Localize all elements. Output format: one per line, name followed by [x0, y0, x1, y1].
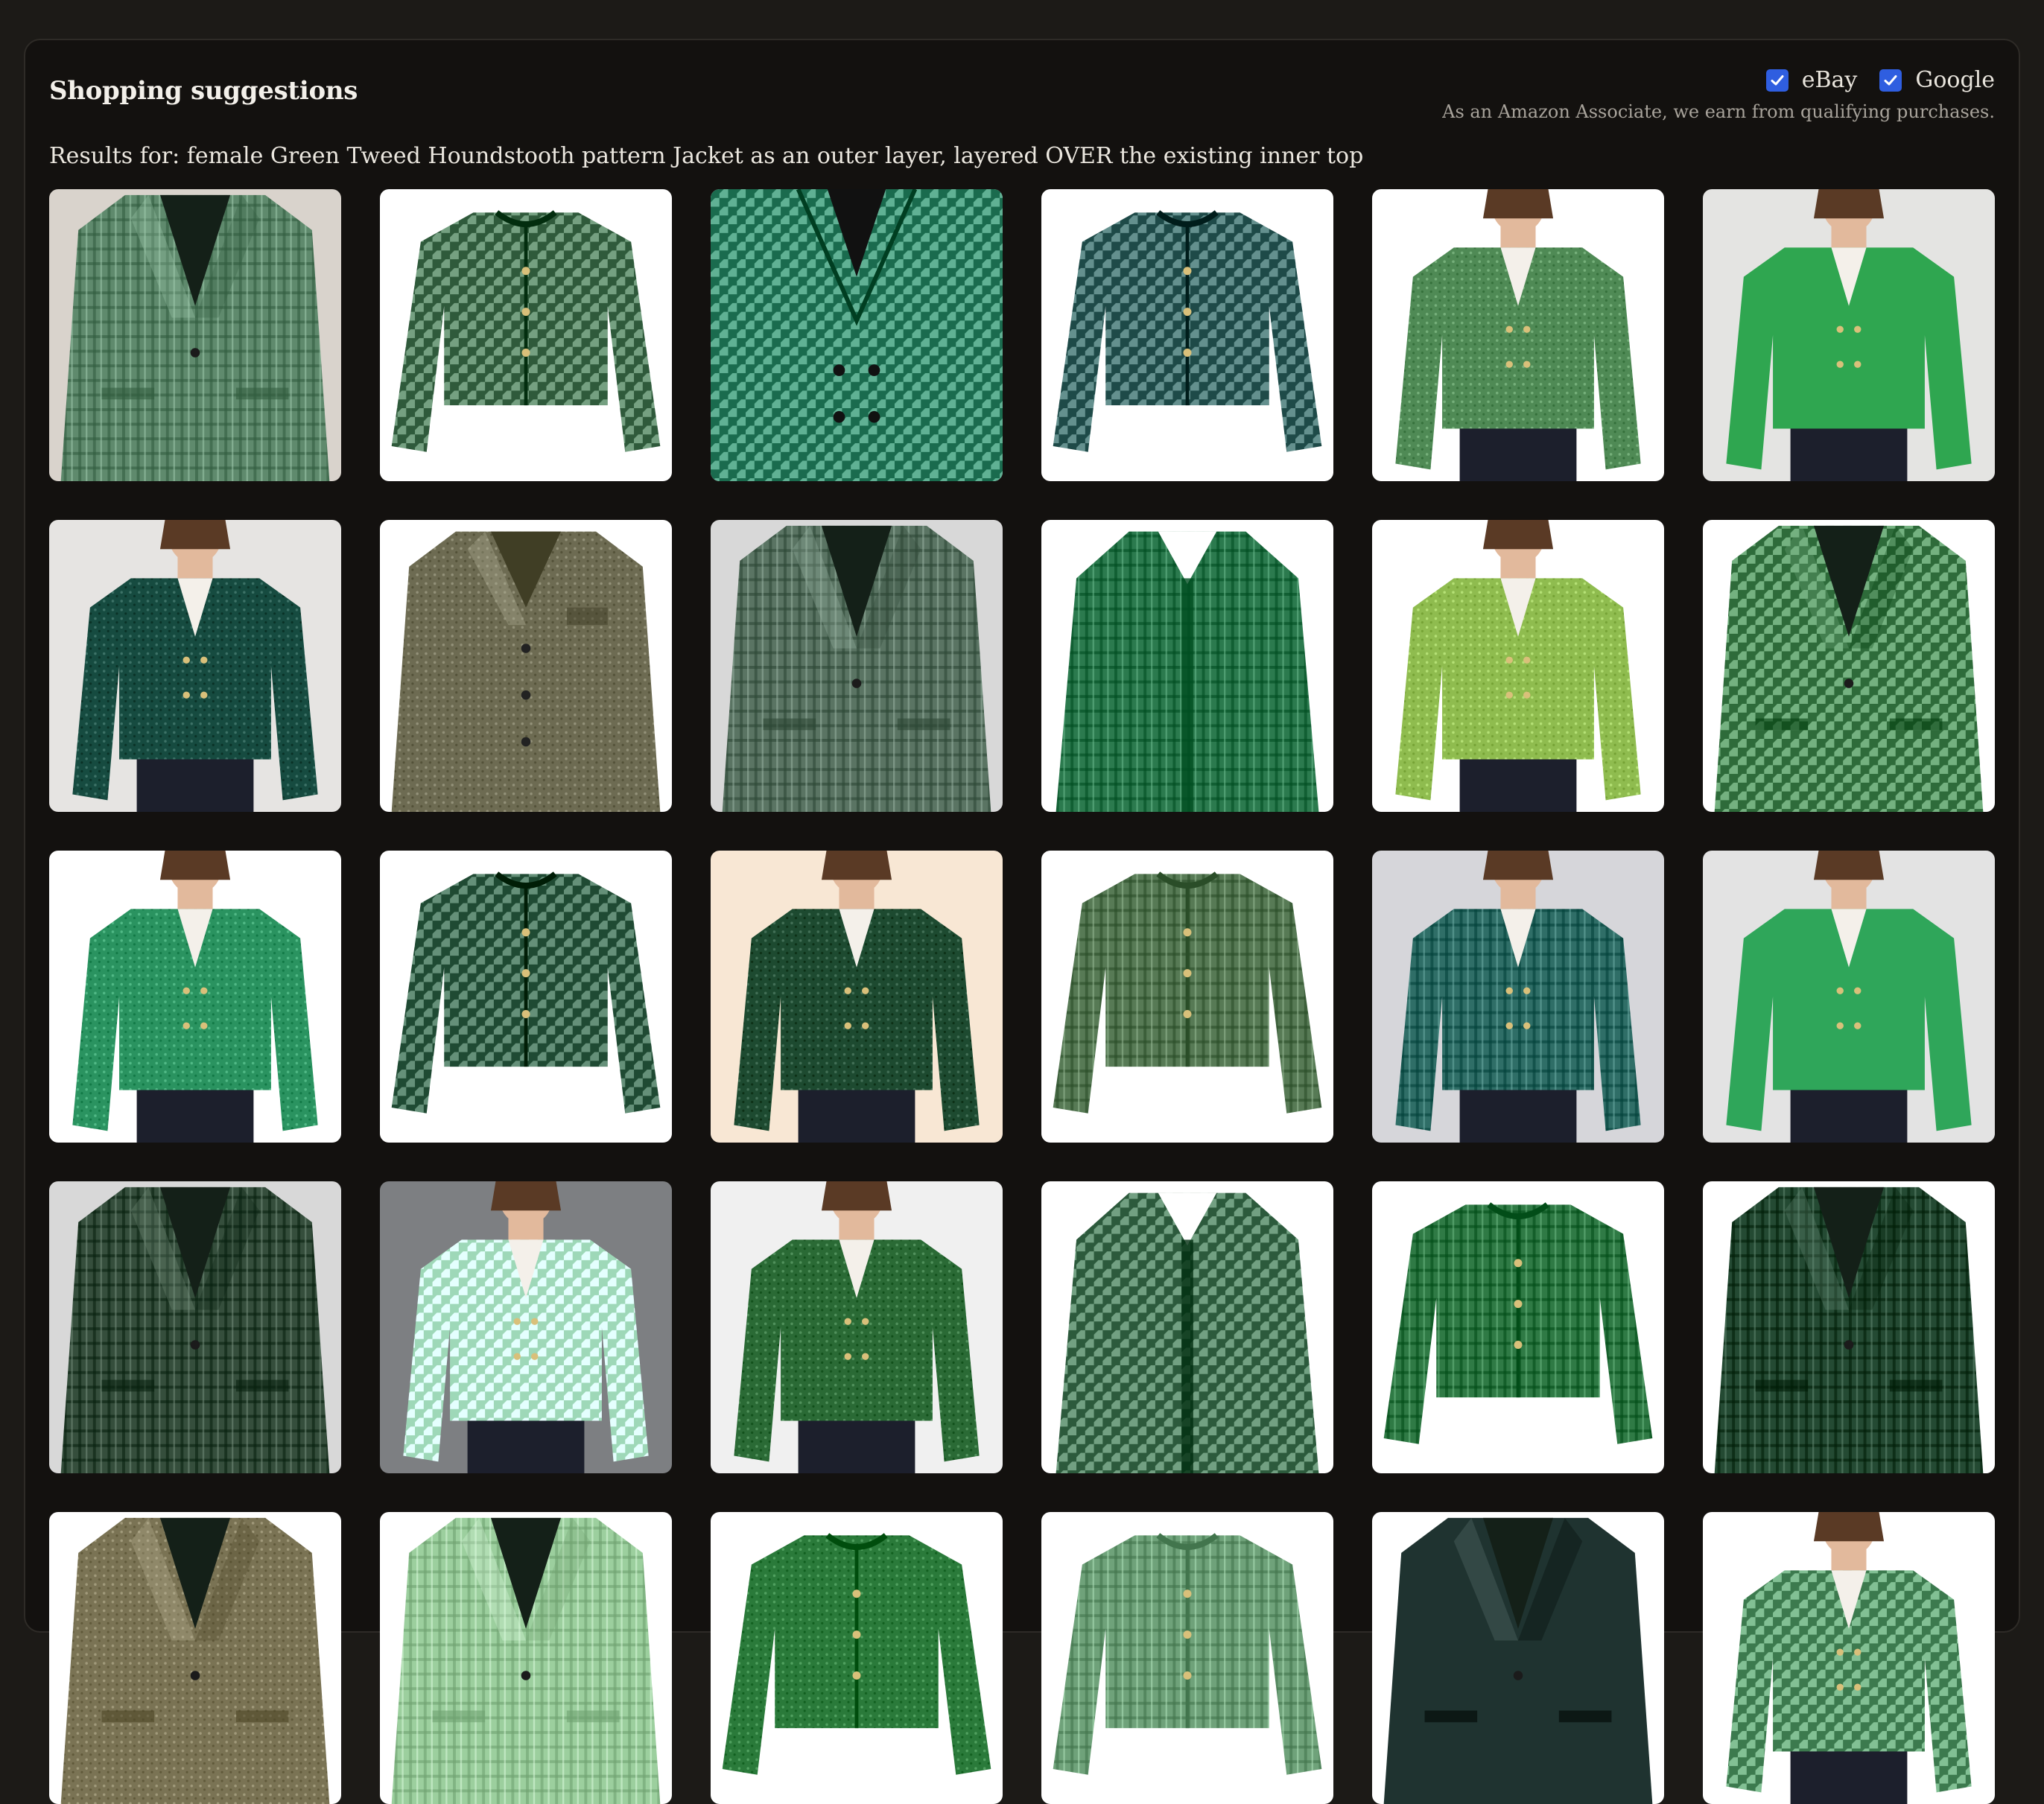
product-card[interactable]	[380, 520, 672, 812]
product-card[interactable]	[1372, 851, 1664, 1143]
product-card[interactable]	[380, 189, 672, 481]
product-image	[1041, 520, 1333, 812]
product-card[interactable]	[1703, 520, 1995, 812]
product-card[interactable]	[1041, 1181, 1333, 1473]
google-label: Google	[1915, 67, 1995, 93]
product-image	[49, 1181, 341, 1473]
product-image	[711, 1181, 1003, 1473]
product-card[interactable]	[711, 1512, 1003, 1804]
product-card[interactable]	[711, 1181, 1003, 1473]
product-image	[380, 189, 672, 481]
product-card[interactable]	[380, 1512, 672, 1804]
product-card[interactable]	[1703, 1512, 1995, 1804]
product-image	[1372, 1181, 1664, 1473]
shopping-suggestions-panel: Shopping suggestions eBay Google As an A…	[24, 39, 2020, 1804]
source-filters: eBay Google	[1765, 67, 1995, 93]
product-card[interactable]	[1703, 851, 1995, 1143]
product-image	[711, 851, 1003, 1143]
product-card[interactable]	[711, 520, 1003, 812]
product-card[interactable]	[1372, 189, 1664, 481]
product-grid	[49, 189, 1995, 1804]
product-image	[1372, 189, 1664, 481]
product-image	[1372, 1512, 1664, 1804]
filter-ebay[interactable]: eBay	[1765, 67, 1858, 93]
product-card[interactable]	[49, 1512, 341, 1804]
product-image	[711, 1512, 1003, 1804]
checkmark-icon	[1771, 74, 1784, 85]
product-image	[1703, 189, 1995, 481]
product-image	[380, 851, 672, 1143]
product-card[interactable]	[1041, 189, 1333, 481]
product-image	[711, 189, 1003, 481]
product-image	[1703, 520, 1995, 812]
product-image	[1041, 851, 1333, 1143]
filter-google[interactable]: Google	[1879, 67, 1995, 93]
product-card[interactable]	[1041, 520, 1333, 812]
product-image	[1372, 851, 1664, 1143]
product-card[interactable]	[49, 851, 341, 1143]
product-image	[1372, 520, 1664, 812]
product-card[interactable]	[49, 1181, 341, 1473]
product-card[interactable]	[49, 189, 341, 481]
product-image	[1041, 1181, 1333, 1473]
product-image	[380, 520, 672, 812]
product-image	[711, 520, 1003, 812]
product-card[interactable]	[380, 1181, 672, 1473]
ebay-checkbox[interactable]	[1765, 69, 1789, 92]
checkmark-icon	[1884, 74, 1897, 85]
product-image	[1703, 851, 1995, 1143]
product-image	[1703, 1512, 1995, 1804]
product-card[interactable]	[711, 851, 1003, 1143]
product-card[interactable]	[1372, 1512, 1664, 1804]
product-image	[1041, 189, 1333, 481]
product-image	[49, 189, 341, 481]
product-card[interactable]	[1703, 189, 1995, 481]
product-card[interactable]	[1372, 1181, 1664, 1473]
product-image	[49, 851, 341, 1143]
google-checkbox[interactable]	[1879, 69, 1902, 92]
panel-title: Shopping suggestions	[49, 76, 358, 106]
product-card[interactable]	[1703, 1181, 1995, 1473]
product-card[interactable]	[711, 189, 1003, 481]
product-image	[380, 1181, 672, 1473]
product-card[interactable]	[1041, 851, 1333, 1143]
product-image	[1703, 1181, 1995, 1473]
results-query-label: Results for: female Green Tweed Houndsto…	[49, 143, 1364, 169]
product-card[interactable]	[380, 851, 672, 1143]
affiliate-disclaimer: As an Amazon Associate, we earn from qua…	[1442, 101, 1995, 122]
product-image	[380, 1512, 672, 1804]
product-card[interactable]	[1041, 1512, 1333, 1804]
product-card[interactable]	[1372, 520, 1664, 812]
product-image	[49, 520, 341, 812]
product-image	[1041, 1512, 1333, 1804]
product-card[interactable]	[49, 520, 341, 812]
product-image	[49, 1512, 341, 1804]
ebay-label: eBay	[1801, 67, 1858, 93]
